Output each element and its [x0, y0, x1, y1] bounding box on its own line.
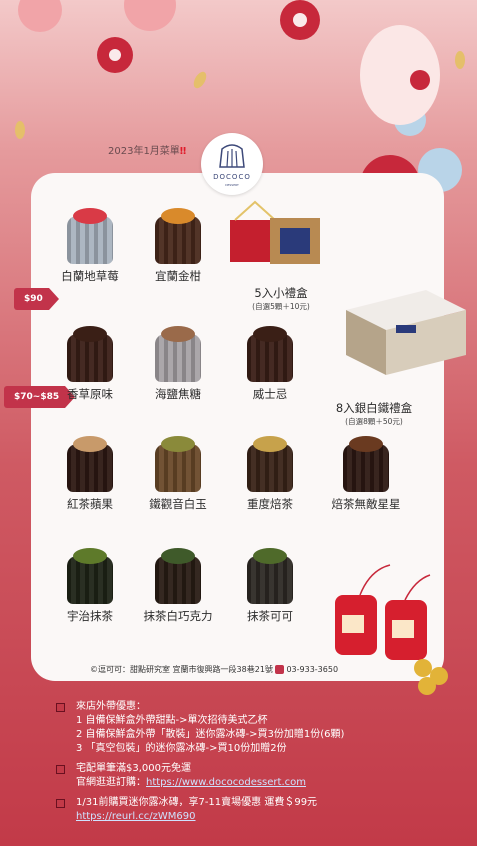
- note-line: 1/31前購買迷你露冰磚，享7-11賣場優惠 運費＄99元: [76, 796, 466, 810]
- gold-coins-decoration: [414, 659, 448, 695]
- note-text: 1 自備保鮮盒外帶甜點->單次招待美式乙杯: [76, 715, 268, 726]
- brand-logo: DOCOCO DESSERT: [201, 133, 263, 195]
- note-line: 1 自備保鮮盒外帶甜點->單次招待美式乙杯: [76, 714, 466, 728]
- note-block: 宅配單筆滿$3,000元免運 官網逛逛訂購：https://www.dococod…: [56, 762, 466, 790]
- note-text: 3 「真空包裝」的迷你露冰磚->買10份加贈2份: [76, 743, 287, 754]
- menu-item-label: 白蘭地草莓: [61, 269, 119, 283]
- canele-image: [155, 208, 201, 264]
- menu-item-label: 威士忌: [252, 387, 288, 401]
- note-line: 2 自備保鮮盒外帶「散裝」迷你露冰磚->買3份加贈1份(6顆): [76, 728, 466, 742]
- menu-item-label: 香草原味: [67, 387, 113, 401]
- shop-name: ©逗可可：甜點研究室: [90, 665, 170, 674]
- canele-image: [247, 548, 293, 604]
- note-text: 2 自備保鮮盒外帶「散裝」迷你露冰磚->買3份加贈1份(6顆): [76, 729, 345, 740]
- shop-footer: ©逗可可：甜點研究室 宜蘭市復興路一段38巷21號 03-933-3650: [90, 664, 338, 675]
- note-line: https://reurl.cc/zWM690: [76, 810, 466, 824]
- shop-phone: 03-933-3650: [286, 665, 339, 674]
- bullet-icon: [56, 799, 65, 808]
- menu-item: 鐵觀音白玉: [138, 436, 218, 512]
- gift-box-5: 5入小禮盒 (自選5顆＋10元): [238, 285, 324, 312]
- note-text: 宅配單筆滿$3,000元免運: [76, 763, 191, 774]
- canele-logo-icon: [219, 144, 245, 168]
- canele-image: [67, 208, 113, 264]
- canele-image: [155, 548, 201, 604]
- canele-image: [67, 326, 113, 382]
- canele-image: [247, 326, 293, 382]
- brand-sub: DESSERT: [225, 183, 239, 187]
- price-tag-90: $90: [14, 288, 59, 310]
- menu-item-label: 抹茶白巧克力: [143, 609, 213, 623]
- menu-month-title: 2023年1月菜單‼: [108, 146, 187, 157]
- menu-item-label: 紅茶蘋果: [67, 497, 113, 511]
- menu-item: 白蘭地草莓: [50, 208, 130, 284]
- bullet-icon: [56, 765, 65, 774]
- menu-item: 抹茶白巧克力: [138, 548, 218, 624]
- canele-image: [155, 436, 201, 492]
- phone-icon: [275, 665, 285, 674]
- note-line: 宅配單筆滿$3,000元免運: [76, 762, 466, 776]
- menu-item: 宇治抹茶: [50, 548, 130, 624]
- gift-box-5-image: [230, 200, 320, 264]
- note-block: 1/31前購買迷你露冰磚，享7-11賣場優惠 運費＄99元 https://reu…: [56, 796, 466, 824]
- bullet-icon: [56, 703, 65, 712]
- menu-item-label: 重度焙茶: [247, 497, 293, 511]
- note-link[interactable]: https://reurl.cc/zWM690: [76, 811, 196, 822]
- menu-item: 抹茶可可: [230, 548, 310, 624]
- menu-item: 威士忌: [230, 326, 310, 402]
- canele-image: [67, 548, 113, 604]
- menu-item-label: 宜蘭金柑: [155, 269, 201, 283]
- gift-tin-8-note: (自選8顆＋50元): [345, 417, 403, 426]
- canele-image: [67, 436, 113, 492]
- canele-image: [247, 436, 293, 492]
- menu-item: 海鹽焦糖: [138, 326, 218, 402]
- note-link[interactable]: https://www.dococodessert.com: [146, 777, 306, 788]
- gift-tin-8-image: [346, 290, 466, 375]
- menu-item: 紅茶蘋果: [50, 436, 130, 512]
- menu-item-label: 宇治抹茶: [67, 609, 113, 623]
- note-text: 1/31前購買迷你露冰磚，享7-11賣場優惠 運費＄99元: [76, 797, 318, 808]
- menu-item-label: 焙茶無敵星星: [331, 497, 401, 511]
- gift-box-5-name: 5入小禮盒: [254, 286, 308, 300]
- note-line: 3 「真空包裝」的迷你露冰磚->買10份加贈2份: [76, 742, 466, 756]
- gift-tin-8: 8入銀白鐵禮盒 (自選8顆＋50元): [324, 400, 424, 427]
- promotion-notes: 來店外帶優惠： 1 自備保鮮盒外帶甜點->單次招待美式乙杯 2 自備保鮮盒外帶「散裝…: [56, 700, 466, 830]
- canele-image: [155, 326, 201, 382]
- note-text: 來店外帶優惠：: [76, 701, 146, 712]
- menu-item: 宜蘭金柑: [138, 208, 218, 284]
- gift-tin-8-name: 8入銀白鐵禮盒: [335, 401, 413, 415]
- note-block: 來店外帶優惠： 1 自備保鮮盒外帶甜點->單次招待美式乙杯 2 自備保鮮盒外帶「散裝…: [56, 700, 466, 756]
- note-line: 官網逛逛訂購：https://www.dococodessert.com: [76, 776, 466, 790]
- canele-image: [343, 436, 389, 492]
- brand-name: DOCOCO: [213, 173, 251, 181]
- shop-address: 宜蘭市復興路一段38巷21號: [172, 665, 273, 674]
- menu-item: 香草原味: [50, 326, 130, 402]
- note-text: 官網逛逛訂購：: [76, 777, 146, 788]
- firecracker-decoration: [335, 564, 431, 660]
- menu-item: 焙茶無敵星星: [326, 436, 406, 512]
- menu-item: 重度焙茶: [230, 436, 310, 512]
- menu-item-label: 海鹽焦糖: [155, 387, 201, 401]
- note-line: 來店外帶優惠：: [76, 700, 466, 714]
- menu-item-label: 鐵觀音白玉: [149, 497, 207, 511]
- menu-item-label: 抹茶可可: [247, 609, 293, 623]
- gift-box-5-note: (自選5顆＋10元): [252, 302, 310, 311]
